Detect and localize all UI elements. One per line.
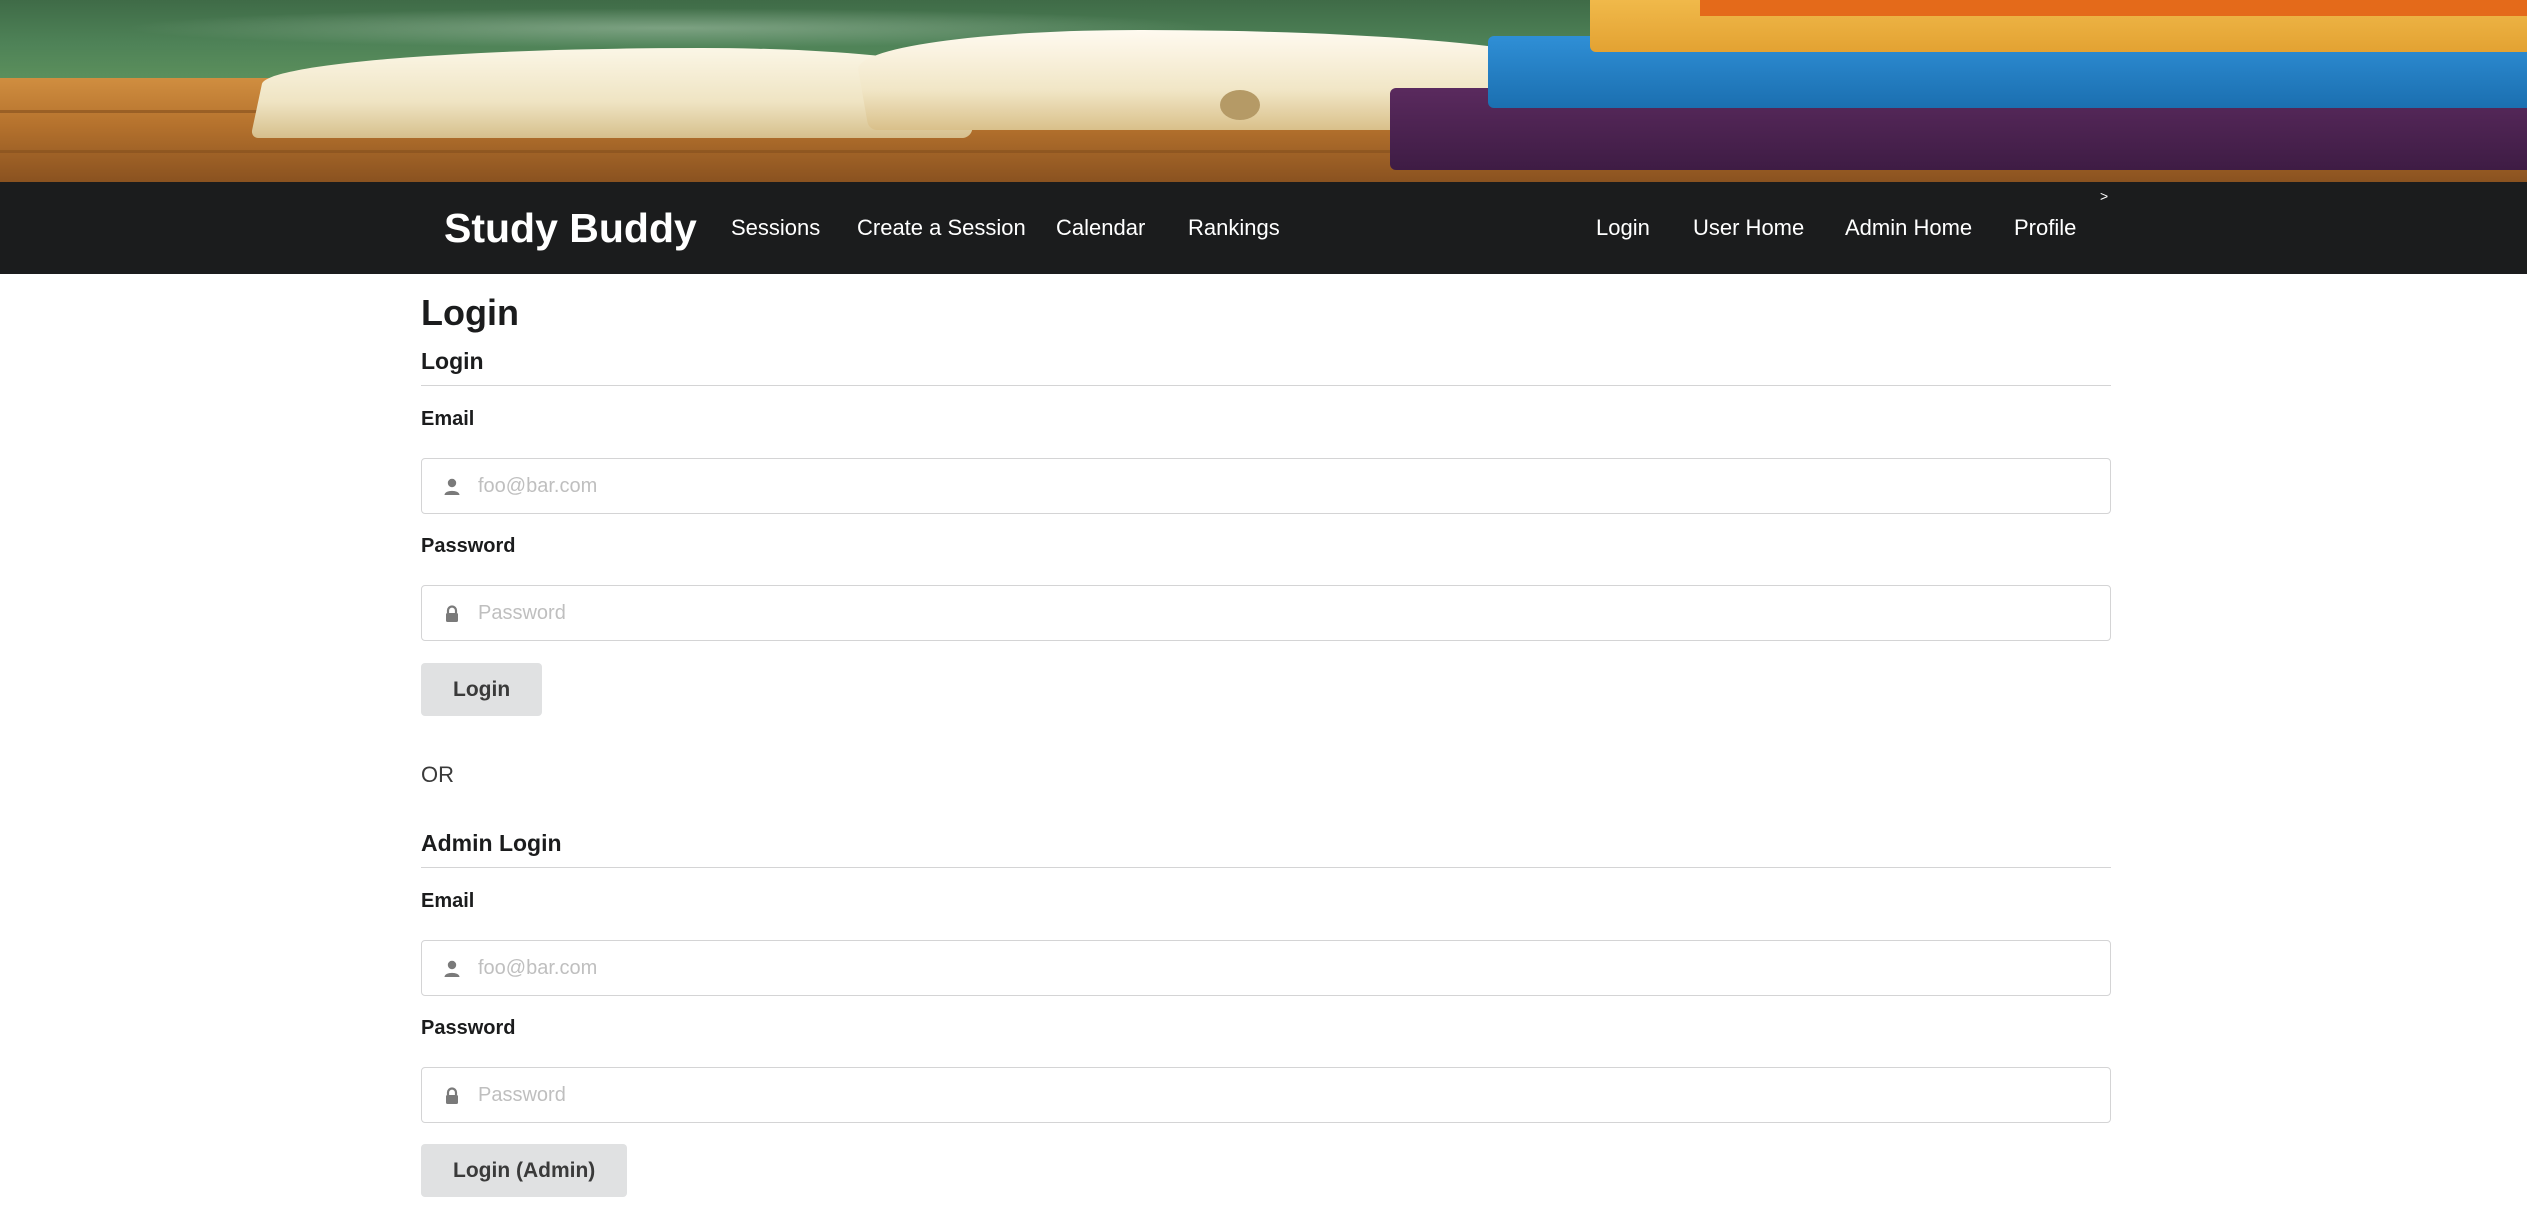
admin-login-section-header: Admin Login [421,824,2111,868]
header-banner-image [0,0,2527,182]
login-email-label: Email [421,408,475,430]
admin-email-input[interactable] [478,941,2098,995]
nav-admin-home[interactable]: Admin Home [1845,182,1972,274]
login-section-header: Login [421,342,2111,386]
admin-password-input[interactable] [478,1068,2098,1122]
nav-user-home[interactable]: User Home [1693,182,1804,274]
user-icon [444,478,460,495]
admin-password-field[interactable] [421,1067,2111,1123]
page-title: Login [421,292,519,333]
lock-icon [446,1087,458,1104]
book-stack-orange [1700,0,2527,16]
login-section-title: Login [421,348,484,374]
admin-login-section-title: Admin Login [421,830,562,856]
top-navbar: Study Buddy Sessions Create a Session Ca… [0,182,2527,274]
login-email-input[interactable] [478,459,2098,513]
nav-profile[interactable]: Profile [2014,182,2076,274]
login-password-label: Password [421,535,516,557]
nav-calendar[interactable]: Calendar [1056,182,1145,274]
nav-create-session[interactable]: Create a Session [857,182,1026,274]
nav-login[interactable]: Login [1596,182,1650,274]
admin-email-field[interactable] [421,940,2111,996]
admin-login-button[interactable]: Login (Admin) [421,1144,628,1197]
nav-caret-icon: > [2100,188,2109,204]
login-email-field[interactable] [421,458,2111,514]
brand-logo-text[interactable]: Study Buddy [444,182,697,274]
lock-icon [446,605,458,622]
user-icon [444,960,460,977]
login-password-input[interactable] [478,586,2098,640]
login-password-field[interactable] [421,585,2111,641]
login-button[interactable]: Login [421,663,543,716]
nav-sessions[interactable]: Sessions [731,182,820,274]
or-separator: OR [421,762,454,787]
admin-email-label: Email [421,890,475,912]
admin-password-label: Password [421,1017,516,1039]
nav-rankings[interactable]: Rankings [1188,182,1280,274]
